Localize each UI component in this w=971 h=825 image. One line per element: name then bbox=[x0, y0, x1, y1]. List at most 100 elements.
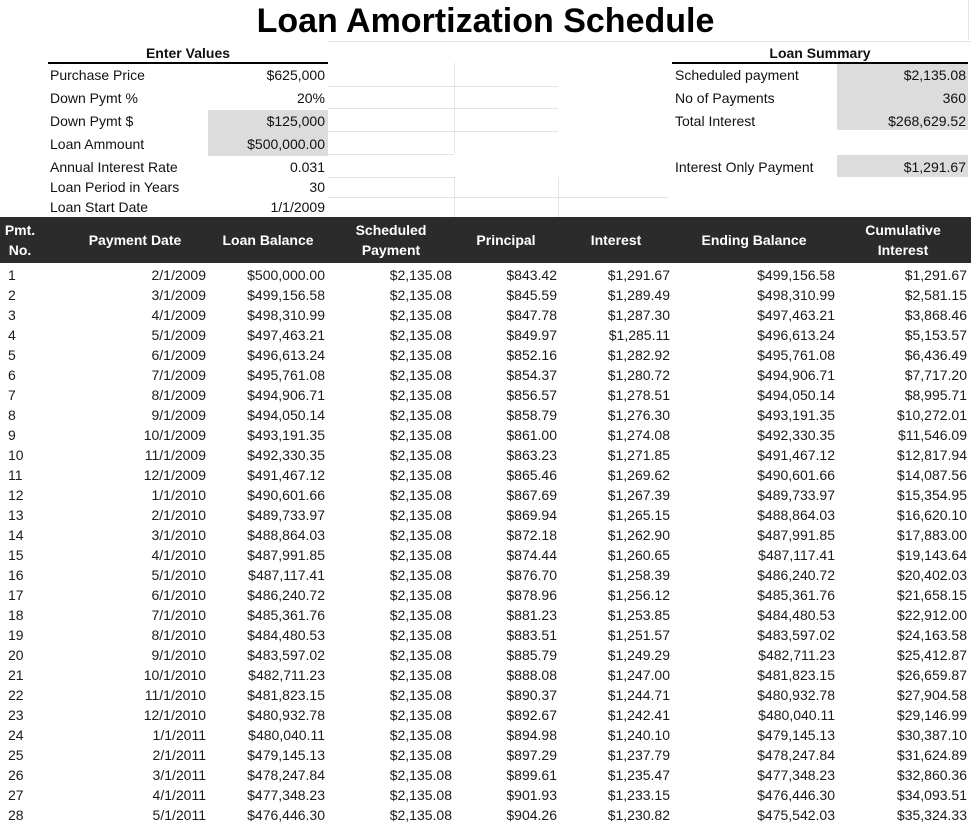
cell-interest[interactable]: $1,233.15 bbox=[566, 785, 670, 805]
cell-payment-date[interactable]: 10/1/2009 bbox=[60, 425, 206, 445]
cell-scheduled-payment[interactable]: $2,135.08 bbox=[332, 745, 452, 765]
cell-cumulative-interest[interactable]: $10,272.01 bbox=[838, 405, 967, 425]
cell-interest[interactable]: $1,278.51 bbox=[566, 385, 670, 405]
cell-principal[interactable]: $876.70 bbox=[456, 565, 557, 585]
cell-principal[interactable]: $849.97 bbox=[456, 325, 557, 345]
cell-pmt-no[interactable]: 12 bbox=[8, 485, 40, 505]
cell-ending-balance[interactable]: $488,864.03 bbox=[676, 505, 835, 525]
cell-cumulative-interest[interactable]: $29,146.99 bbox=[838, 705, 967, 725]
cell-payment-date[interactable]: 1/1/2010 bbox=[60, 485, 207, 505]
cell-cumulative-interest[interactable]: $19,143.64 bbox=[838, 545, 967, 565]
cell-payment-date[interactable]: 7/1/2009 bbox=[60, 365, 207, 385]
cell-principal[interactable]: $858.79 bbox=[456, 405, 557, 425]
enter-values-input[interactable]: 1/1/2009 bbox=[271, 197, 326, 217]
cell-interest[interactable]: $1,274.08 bbox=[566, 425, 670, 445]
cell-ending-balance[interactable]: $494,906.71 bbox=[676, 365, 835, 385]
cell-loan-balance[interactable]: $487,117.41 bbox=[210, 565, 325, 585]
cell-ending-balance[interactable]: $484,480.53 bbox=[676, 605, 835, 625]
cell-interest[interactable]: $1,240.10 bbox=[566, 725, 670, 745]
cell-scheduled-payment[interactable]: $2,135.08 bbox=[332, 605, 452, 625]
cell-ending-balance[interactable]: $495,761.08 bbox=[676, 345, 835, 365]
cell-payment-date[interactable]: 4/1/2009 bbox=[60, 305, 207, 325]
cell-ending-balance[interactable]: $499,156.58 bbox=[676, 265, 835, 285]
cell-scheduled-payment[interactable]: $2,135.08 bbox=[332, 785, 452, 805]
cell-loan-balance[interactable]: $500,000.00 bbox=[210, 265, 325, 285]
col-header-ending-balance[interactable]: Ending Balance bbox=[676, 217, 832, 263]
cell-pmt-no[interactable]: 7 bbox=[8, 385, 40, 405]
cell-interest[interactable]: $1,253.85 bbox=[566, 605, 670, 625]
cell-loan-balance[interactable]: $480,040.11 bbox=[210, 725, 325, 745]
cell-cumulative-interest[interactable]: $15,354.95 bbox=[838, 485, 967, 505]
cell-payment-date[interactable]: 2/1/2009 bbox=[60, 265, 207, 285]
cell-payment-date[interactable]: 10/1/2010 bbox=[60, 665, 206, 685]
cell-interest[interactable]: $1,269.62 bbox=[566, 465, 670, 485]
cell-scheduled-payment[interactable]: $2,135.08 bbox=[332, 565, 452, 585]
cell-interest[interactable]: $1,244.71 bbox=[566, 685, 670, 705]
cell-scheduled-payment[interactable]: $2,135.08 bbox=[332, 645, 452, 665]
enter-values-input[interactable]: $625,000 bbox=[267, 64, 325, 87]
cell-principal[interactable]: $883.51 bbox=[456, 625, 557, 645]
cell-pmt-no[interactable]: 19 bbox=[8, 625, 40, 645]
col-header-cumulative-interest[interactable]: Cumulative Interest bbox=[838, 217, 968, 263]
cell-pmt-no[interactable]: 9 bbox=[8, 425, 40, 445]
cell-loan-balance[interactable]: $486,240.72 bbox=[210, 585, 325, 605]
cell-principal[interactable]: $897.29 bbox=[456, 745, 557, 765]
col-header-principal[interactable]: Principal bbox=[456, 217, 556, 263]
cell-principal[interactable]: $899.61 bbox=[456, 765, 557, 785]
cell-ending-balance[interactable]: $477,348.23 bbox=[676, 765, 835, 785]
cell-interest[interactable]: $1,249.29 bbox=[566, 645, 670, 665]
cell-cumulative-interest[interactable]: $17,883.00 bbox=[838, 525, 967, 545]
cell-payment-date[interactable]: 4/1/2011 bbox=[60, 785, 206, 805]
cell-payment-date[interactable]: 5/1/2009 bbox=[60, 325, 207, 345]
cell-pmt-no[interactable]: 27 bbox=[8, 785, 40, 805]
cell-scheduled-payment[interactable]: $2,135.08 bbox=[332, 405, 452, 425]
cell-cumulative-interest[interactable]: $31,624.89 bbox=[838, 745, 967, 765]
cell-pmt-no[interactable]: 21 bbox=[8, 665, 40, 685]
cell-ending-balance[interactable]: $497,463.21 bbox=[676, 305, 835, 325]
cell-ending-balance[interactable]: $480,932.78 bbox=[676, 685, 835, 705]
enter-values-input[interactable]: $500,000.00 bbox=[247, 133, 325, 156]
cell-loan-balance[interactable]: $495,761.08 bbox=[210, 365, 325, 385]
cell-pmt-no[interactable]: 18 bbox=[8, 605, 40, 625]
col-header-scheduled-payment[interactable]: Scheduled Payment bbox=[332, 217, 450, 263]
cell-ending-balance[interactable]: $481,823.15 bbox=[676, 665, 835, 685]
cell-scheduled-payment[interactable]: $2,135.08 bbox=[332, 465, 452, 485]
cell-principal[interactable]: $845.59 bbox=[456, 285, 557, 305]
cell-interest[interactable]: $1,242.41 bbox=[566, 705, 670, 725]
cell-pmt-no[interactable]: 22 bbox=[8, 685, 40, 705]
cell-payment-date[interactable]: 5/1/2010 bbox=[60, 565, 207, 585]
cell-payment-date[interactable]: 6/1/2009 bbox=[60, 345, 207, 365]
cell-cumulative-interest[interactable]: $30,387.10 bbox=[838, 725, 967, 745]
cell-loan-balance[interactable]: $478,247.84 bbox=[210, 765, 325, 785]
cell-cumulative-interest[interactable]: $35,324.33 bbox=[838, 805, 967, 825]
cell-principal[interactable]: $861.00 bbox=[456, 425, 557, 445]
cell-payment-date[interactable]: 12/1/2010 bbox=[60, 705, 206, 725]
cell-pmt-no[interactable]: 15 bbox=[8, 545, 40, 565]
cell-principal[interactable]: $888.08 bbox=[456, 665, 557, 685]
cell-cumulative-interest[interactable]: $27,904.58 bbox=[838, 685, 967, 705]
cell-pmt-no[interactable]: 6 bbox=[8, 365, 40, 385]
cell-cumulative-interest[interactable]: $22,912.00 bbox=[838, 605, 967, 625]
cell-cumulative-interest[interactable]: $5,153.57 bbox=[838, 325, 967, 345]
cell-principal[interactable]: $890.37 bbox=[456, 685, 557, 705]
cell-scheduled-payment[interactable]: $2,135.08 bbox=[332, 285, 452, 305]
cell-pmt-no[interactable]: 4 bbox=[8, 325, 40, 345]
cell-payment-date[interactable]: 2/1/2010 bbox=[60, 505, 207, 525]
cell-loan-balance[interactable]: $487,991.85 bbox=[210, 545, 325, 565]
cell-payment-date[interactable]: 8/1/2009 bbox=[60, 385, 207, 405]
cell-principal[interactable]: $856.57 bbox=[456, 385, 557, 405]
cell-cumulative-interest[interactable]: $8,995.71 bbox=[838, 385, 967, 405]
cell-scheduled-payment[interactable]: $2,135.08 bbox=[332, 585, 452, 605]
summary-value[interactable]: $2,135.08 bbox=[904, 64, 966, 87]
cell-pmt-no[interactable]: 13 bbox=[8, 505, 40, 525]
cell-interest[interactable]: $1,235.47 bbox=[566, 765, 670, 785]
cell-cumulative-interest[interactable]: $6,436.49 bbox=[838, 345, 967, 365]
cell-principal[interactable]: $854.37 bbox=[456, 365, 557, 385]
cell-pmt-no[interactable]: 1 bbox=[8, 265, 40, 285]
cell-principal[interactable]: $894.98 bbox=[456, 725, 557, 745]
cell-interest[interactable]: $1,260.65 bbox=[566, 545, 670, 565]
cell-loan-balance[interactable]: $497,463.21 bbox=[210, 325, 325, 345]
cell-principal[interactable]: $863.23 bbox=[456, 445, 557, 465]
cell-pmt-no[interactable]: 26 bbox=[8, 765, 40, 785]
cell-scheduled-payment[interactable]: $2,135.08 bbox=[332, 625, 452, 645]
